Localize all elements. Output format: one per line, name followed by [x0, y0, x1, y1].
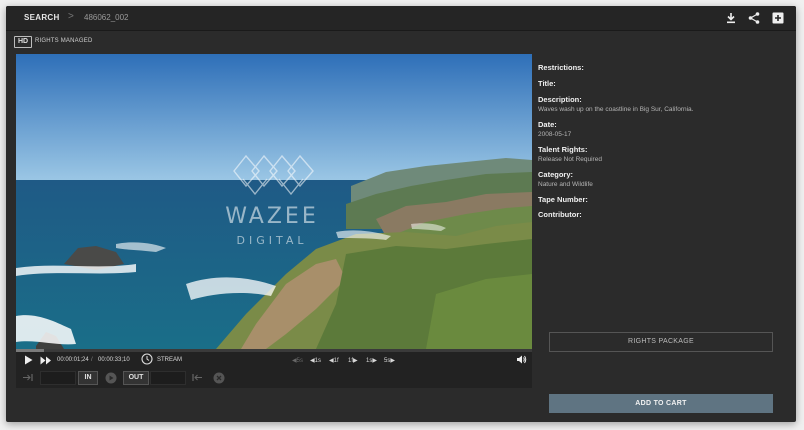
meta-label: Restrictions: — [538, 63, 584, 72]
meta-description: Description: Waves wash up on the coastl… — [538, 95, 778, 116]
step-forward-1f-label: 1f — [348, 358, 354, 364]
app-window: SEARCH > 486062_002 HD RIGHTS MANAGED WA… — [6, 6, 796, 422]
fast-forward-icon[interactable] — [40, 356, 52, 367]
meta-label: Description: — [538, 95, 582, 104]
rights-managed-label: RIGHTS MANAGED — [35, 38, 93, 44]
time-separator: / — [91, 357, 93, 363]
step-back-5s-label: 5s — [296, 358, 303, 364]
mark-in-button[interactable]: IN — [78, 371, 98, 385]
meta-title: Title: — [538, 79, 778, 89]
top-bar: SEARCH > 486062_002 — [6, 6, 796, 31]
out-timecode-field[interactable] — [150, 371, 186, 385]
volume-icon[interactable] — [516, 354, 527, 367]
step-forward-5s-button[interactable]: 5s▶ — [384, 357, 395, 364]
download-icon[interactable] — [724, 11, 738, 25]
metadata-panel: Restrictions: Title: Description: Waves … — [538, 54, 778, 223]
meta-contributor: Contributor: — [538, 210, 778, 220]
meta-label: Category: — [538, 170, 574, 179]
meta-category: Category: Nature and Wildlife — [538, 170, 778, 191]
step-forward-5s-label: 5s — [384, 358, 391, 364]
video-player[interactable]: WAZEE DIGITAL — [16, 54, 532, 349]
add-to-cart-button[interactable]: ADD TO CART — [549, 394, 773, 413]
duration-time: 00:00:33;10 — [98, 357, 130, 363]
video-frame — [16, 54, 532, 349]
clear-marks-icon[interactable] — [213, 372, 225, 386]
meta-value: Nature and Wildlife — [538, 181, 593, 188]
add-to-collection-icon[interactable] — [771, 11, 785, 25]
play-icon[interactable] — [24, 355, 33, 367]
meta-value: Release Not Required — [538, 156, 602, 163]
step-back-1f-label: 1f — [333, 358, 339, 364]
meta-talent-rights: Talent Rights: Release Not Required — [538, 145, 778, 166]
breadcrumb-search[interactable]: SEARCH — [24, 13, 60, 22]
breadcrumb-clip-id: 486062_002 — [84, 13, 129, 22]
step-back-1s-label: 1s — [314, 358, 321, 364]
current-time: 00:00:01;24 — [57, 357, 89, 363]
watermark-title: WAZEE — [225, 204, 319, 229]
step-forward-1s-button[interactable]: 1s▶ — [366, 357, 377, 364]
meta-label: Title: — [538, 79, 556, 88]
play-in-out-icon[interactable] — [105, 372, 117, 386]
progress-bar-fill — [16, 349, 45, 352]
step-back-1s-button[interactable]: ◀1s — [310, 357, 321, 364]
in-timecode-field[interactable] — [40, 371, 76, 385]
watermark-subtitle: DIGITAL — [236, 234, 308, 247]
breadcrumb-separator-icon: > — [68, 11, 74, 22]
player-controls: 00:00:01;24 / 00:00:33;10 STREAM ◀5s ◀1s… — [16, 349, 532, 388]
step-forward-1s-label: 1s — [366, 358, 373, 364]
step-back-1f-button[interactable]: ◀1f — [329, 357, 339, 364]
go-to-in-icon[interactable] — [22, 373, 34, 384]
clock-icon[interactable] — [141, 353, 153, 367]
go-to-out-icon[interactable] — [191, 373, 203, 384]
stream-label[interactable]: STREAM — [157, 357, 182, 363]
meta-date: Date: 2008-05-17 — [538, 120, 778, 141]
meta-value: 2008-05-17 — [538, 131, 572, 138]
step-back-5s-button[interactable]: ◀5s — [292, 357, 303, 364]
meta-label: Date: — [538, 120, 557, 129]
rights-package-button[interactable]: RIGHTS PACKAGE — [549, 332, 773, 352]
progress-bar[interactable] — [16, 349, 532, 352]
mark-out-button[interactable]: OUT — [123, 371, 149, 385]
meta-label: Tape Number: — [538, 195, 588, 204]
meta-label: Talent Rights: — [538, 145, 588, 154]
hd-badge: HD — [14, 36, 32, 48]
step-forward-1f-button[interactable]: 1f▶ — [348, 357, 358, 364]
share-icon[interactable] — [747, 11, 761, 25]
meta-restrictions: Restrictions: — [538, 63, 778, 73]
meta-label: Contributor: — [538, 210, 582, 219]
meta-tape-number: Tape Number: — [538, 195, 778, 205]
meta-value: Waves wash up on the coastline in Big Su… — [538, 106, 694, 113]
